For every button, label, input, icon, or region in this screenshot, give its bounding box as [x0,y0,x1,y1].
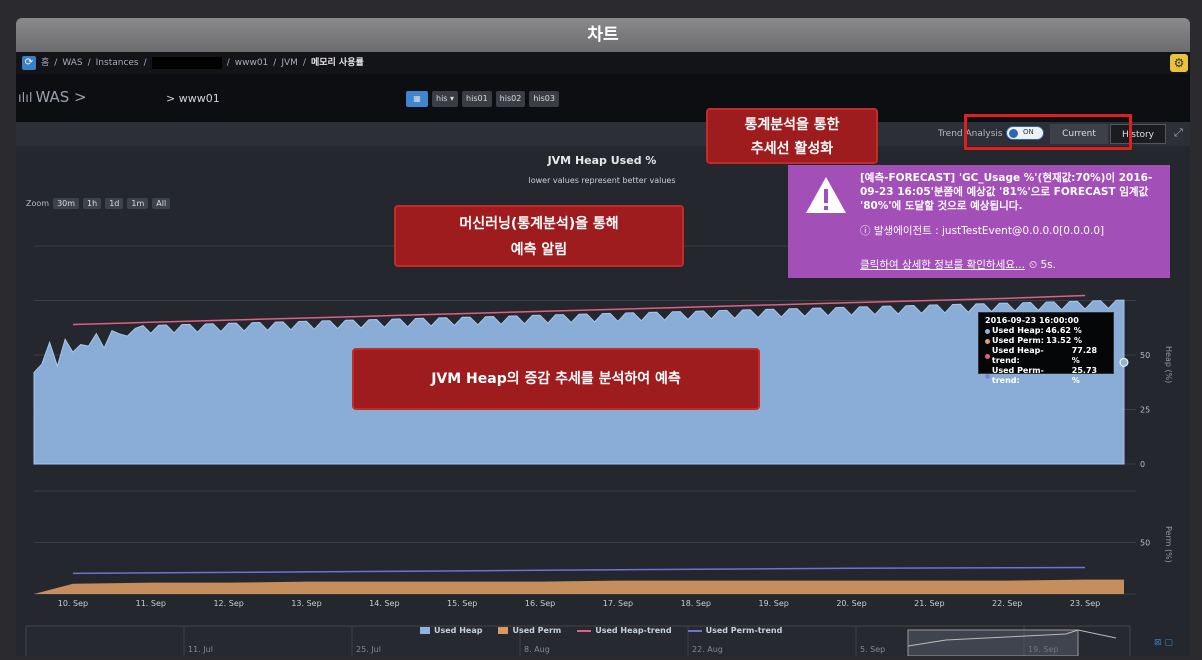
x-tick-label: 12. Sep [213,599,243,608]
alert-link[interactable]: 클릭하여 상세한 정보를 확인하세요... ⏲ 5s. [860,257,1056,272]
heap-tick-label: 50 [1140,351,1150,360]
zoom-30m-button[interactable]: 30m [53,198,80,209]
x-tick-label: 13. Sep [291,599,321,608]
his02-button[interactable]: his02 [495,91,526,107]
chart-title: JVM Heap Used % [547,154,657,167]
used-perm-area [34,579,1124,594]
window-frame: 차트 ⟳ 홈 / WAS / Instances / / www01/ JVM / 메모… [0,0,1202,660]
x-tick-label: 11. Sep [136,599,166,608]
tooltip-row: Used Perm: 13.52 % [985,336,1107,346]
navigator-label: 5. Sep [860,645,885,654]
his03-button[interactable]: his03 [529,91,559,107]
breadcrumb-current: 메모리 사용률 [310,58,364,68]
breadcrumb: ⟳ 홈 / WAS / Instances / / www01/ JVM / 메모리 사… [16,52,1190,74]
tooltip-time: 2016-09-23 16:00:00 [985,316,1079,325]
x-tick-label: 17. Sep [603,599,633,608]
zoom-1m-button[interactable]: 1m [127,198,149,209]
x-tick-label: 16. Sep [525,599,555,608]
forecast-alert[interactable]: [예측-FORECAST] 'GC_Usage %'(현재값:70%)이 201… [788,165,1170,278]
perm-axis-label: Perm (%) [1164,526,1173,563]
legend-used-perm[interactable]: Used Perm [498,626,561,635]
x-tick-label: 20. Sep [836,599,866,608]
redacted-box [151,57,222,69]
navigator-label: 11. Jul [188,645,213,654]
breadcrumb-server[interactable]: www01 [235,52,269,74]
gear-icon[interactable]: ⚙ [1170,54,1188,72]
history-buttons: ▦ his ▾ his01 his02 his03 [406,91,559,107]
chart-subtitle: lower values represent better values [528,176,676,185]
legend-perm-trend[interactable]: Used Perm-trend [687,626,782,635]
bar-chart-icon: ılıl [18,91,33,106]
perm-tick-label: 50 [1140,539,1150,548]
tooltip-row: Used Heap-trend: 77.28 % [985,346,1107,366]
window-title: 차트 [16,18,1190,52]
navigator-label: 22. Aug [692,645,723,654]
warning-icon [806,177,846,213]
breadcrumb-was[interactable]: WAS [62,52,82,74]
page-title: ılıl WAS > [18,88,87,106]
refresh-icon[interactable]: ⟳ [22,56,36,70]
legend-used-heap[interactable]: Used Heap [420,626,482,635]
server-name: > www01 [166,92,220,105]
zoom-label: Zoom [26,199,50,208]
zoom-1d-button[interactable]: 1d [105,198,124,209]
x-tick-label: 15. Sep [447,599,477,608]
x-tick-label: 19. Sep [758,599,788,608]
navigator-selection [907,629,1079,656]
chart-legend: Used Heap Used Perm Used Heap-trend Used… [420,626,782,635]
breadcrumb-instances[interactable]: Instances [96,52,139,74]
x-tick-label: 18. Sep [681,599,711,608]
zoom-controls: Zoom 30m 1h 1d 1m All [26,198,171,209]
x-tick-label: 14. Sep [369,599,399,608]
x-tick-label: 22. Sep [992,599,1022,608]
alert-message: [예측-FORECAST] 'GC_Usage %'(현재값:70%)이 201… [860,172,1153,212]
breadcrumb-home[interactable]: 홈 [41,52,49,74]
ml-callout: 머신러닝(통계분석)을 통해 예측 알림 [394,205,684,267]
his-dropdown[interactable]: his ▾ [432,91,459,107]
heap-axis-label: Heap (%) [1164,346,1173,383]
grid-icon[interactable]: ▦ [406,91,428,107]
heap-callout: JVM Heap의 증감 추세를 분석하여 예측 [352,348,760,410]
trend-highlight-box [964,114,1132,150]
tooltip-row: Used Heap: 46.62 % [985,326,1107,336]
his01-button[interactable]: his01 [462,91,492,107]
chart-tooltip: 2016-09-23 16:00:00 Used Heap: 46.62 % Us… [978,312,1114,385]
breadcrumb-jvm[interactable]: JVM [281,52,298,74]
alert-time: ⏲ 5s. [1028,259,1056,271]
trend-callout: 통계분석을 통한 추세선 활성화 [706,108,878,164]
legend-heap-trend[interactable]: Used Heap-trend [577,626,672,635]
x-tick-label: 10. Sep [58,599,88,608]
heap-tick-label: 25 [1140,406,1150,415]
export-icons[interactable]: ⊠ ▢ [1154,638,1173,648]
zoom-all-button[interactable]: All [152,198,171,209]
alert-agent: ⓘ 발생에이전트 : justTestEvent@0.0.0.0[0.0.0.0… [860,225,1105,237]
expand-icon[interactable]: ⤢ [1174,126,1183,140]
heap-tick-label: 0 [1140,460,1145,469]
info-icon: ⓘ [860,225,874,237]
x-tick-label: 23. Sep [1070,599,1100,608]
tooltip-row: Used Perm-trend: 25.73 % [985,366,1107,386]
navigator-label: 8. Aug [524,645,550,654]
navigator-label: 25. Jul [356,645,381,654]
perm-trend-line [72,566,1086,575]
heap-marker [1119,357,1129,367]
x-tick-label: 21. Sep [914,599,944,608]
zoom-1h-button[interactable]: 1h [83,198,102,209]
